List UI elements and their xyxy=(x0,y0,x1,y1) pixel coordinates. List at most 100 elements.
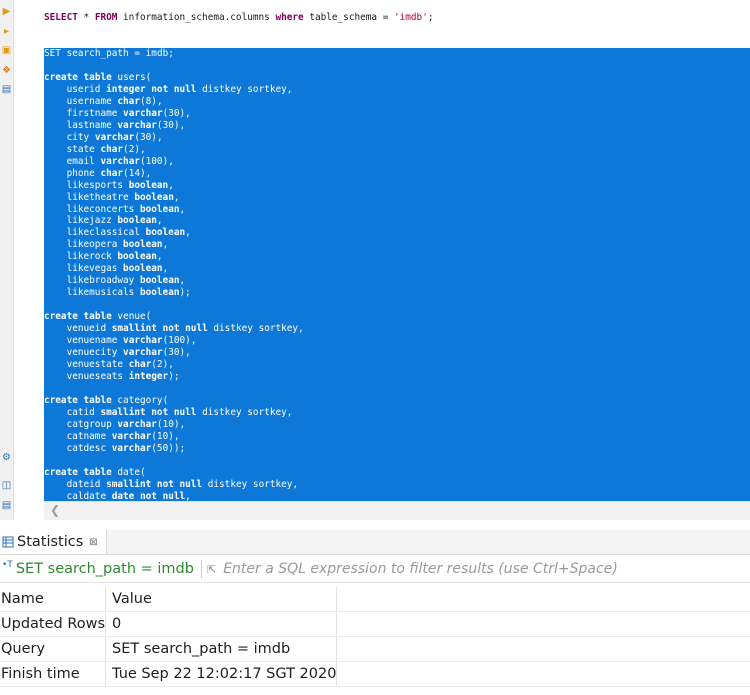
cell-value[interactable]: 0 xyxy=(105,611,338,637)
code-line: firstname varchar(30), xyxy=(44,107,750,120)
table-row[interactable]: Finish time Tue Sep 22 12:02:17 SGT 2020 xyxy=(0,661,750,687)
code-line: likebroadway boolean, xyxy=(44,275,750,288)
identifier: likeopera xyxy=(66,239,118,251)
code-line: lastname varchar(30), xyxy=(44,119,750,132)
statistics-table: Name Value Updated Rows 0 Query SET sear… xyxy=(0,587,750,687)
sql-keyword: char xyxy=(128,359,152,371)
sql-keyword: not xyxy=(151,83,169,95)
code-line: venuecity varchar(30), xyxy=(44,347,750,360)
code-token: , xyxy=(286,406,293,418)
sql-keyword: boolean xyxy=(134,191,174,203)
sql-keyword: varchar xyxy=(100,155,140,167)
cell-name[interactable]: Updated Rows xyxy=(0,611,107,637)
code-token: ( xyxy=(145,71,152,83)
query-label-text: SET search_path = imdb xyxy=(15,561,194,577)
filter-input[interactable] xyxy=(223,561,644,577)
code-line: liketheatre boolean, xyxy=(44,191,750,204)
code-line: likemusicals boolean); xyxy=(44,287,750,300)
sql-keyword: table xyxy=(83,395,112,406)
sql-keyword: create xyxy=(44,311,78,323)
cell-filler xyxy=(336,636,750,662)
code-token: 50 xyxy=(156,442,169,454)
close-icon[interactable]: ⊠ xyxy=(89,537,97,548)
sql-keyword: null xyxy=(185,323,208,335)
code-line: create table category( xyxy=(44,395,750,407)
identifier: distkey xyxy=(207,478,248,490)
filter-bar: •T SET search_path = imdb ⇱ xyxy=(0,556,750,583)
column-header-name[interactable]: Name xyxy=(0,587,107,612)
sql-keyword: boolean xyxy=(117,215,157,227)
export-icon[interactable]: ◫ xyxy=(1,480,12,491)
sql-keyword: char xyxy=(117,95,140,107)
sql-keyword: varchar xyxy=(123,347,163,359)
sql-keyword: create xyxy=(44,71,78,83)
execute-statement-icon[interactable]: ▶ xyxy=(1,6,12,17)
code-token: ; xyxy=(173,371,180,383)
code-line: likeclassical boolean, xyxy=(44,227,750,240)
identifier: distkey xyxy=(202,83,242,95)
code-token: 100 xyxy=(145,155,163,167)
format-sql-icon[interactable]: ▤ xyxy=(1,84,12,95)
scroll-left-icon[interactable]: ❮ xyxy=(50,503,60,517)
code-token: , xyxy=(185,347,191,359)
tab-statistics[interactable]: Statistics ⊠ xyxy=(0,530,107,554)
sql-keyword: boolean xyxy=(117,251,157,263)
settings-icon[interactable]: ⚙ xyxy=(1,452,12,463)
code-token: , xyxy=(185,227,191,239)
sql-keyword: varchar xyxy=(117,418,157,430)
output-icon[interactable]: ▤ xyxy=(1,500,12,511)
sql-editor[interactable]: SELECT * FROM information_schema.columns… xyxy=(14,0,750,520)
identifier: firstname xyxy=(66,107,118,119)
code-token: 10 xyxy=(162,418,174,430)
cell-value[interactable]: SET search_path = imdb xyxy=(105,636,338,662)
kw-select: SELECT xyxy=(44,12,78,23)
code-line: phone char(14), xyxy=(44,167,750,180)
column-filler xyxy=(336,587,750,612)
identifier: dateid xyxy=(66,478,101,490)
load-plan-icon[interactable]: ❖ xyxy=(1,65,12,76)
code-line: catdesc varchar(50)); xyxy=(44,442,750,455)
cell-name[interactable]: Query xyxy=(0,636,107,662)
identifier: likebroadway xyxy=(66,275,135,287)
identifier: catid xyxy=(66,406,95,418)
code-token: , xyxy=(179,119,186,131)
identifier: search_path xyxy=(66,47,129,59)
identifier: lastname xyxy=(66,119,112,131)
identifier: phone xyxy=(66,167,95,179)
table-row[interactable]: Updated Rows 0 xyxy=(0,611,750,637)
selected-sql-block[interactable]: SET search_path = imdb; create table use… xyxy=(44,47,750,503)
table-row[interactable]: Query SET search_path = imdb xyxy=(0,636,750,662)
blank-line xyxy=(44,454,750,467)
identifier: users xyxy=(117,71,146,83)
sql-code-area[interactable]: SELECT * FROM information_schema.columns… xyxy=(44,12,750,503)
sql-keyword: smallint xyxy=(111,323,157,335)
code-line: create table date( xyxy=(44,466,750,479)
code-token: 14 xyxy=(128,167,140,179)
explain-plan-icon[interactable]: ▣ xyxy=(1,45,12,56)
expand-filter-icon[interactable]: ⇱ xyxy=(207,563,216,576)
horizontal-scrollbar[interactable]: ❮ xyxy=(44,501,750,520)
code-token: , xyxy=(179,418,186,430)
cell-value[interactable]: Tue Sep 22 12:02:17 SGT 2020 xyxy=(105,661,338,687)
execute-script-icon[interactable]: ▸ xyxy=(1,26,12,37)
sql-keyword: varchar xyxy=(123,107,163,119)
cell-name[interactable]: Finish time xyxy=(0,661,107,687)
identifier: sortkey xyxy=(252,478,293,490)
identifier: liketheatre xyxy=(66,191,129,203)
sql-keyword: not xyxy=(156,478,174,490)
identifier: venuestate xyxy=(66,359,124,371)
sql-keyword: varchar xyxy=(111,430,152,442)
code-token: ( xyxy=(140,466,146,478)
column-header-value[interactable]: Value xyxy=(105,587,338,612)
identifier: state xyxy=(66,143,95,155)
